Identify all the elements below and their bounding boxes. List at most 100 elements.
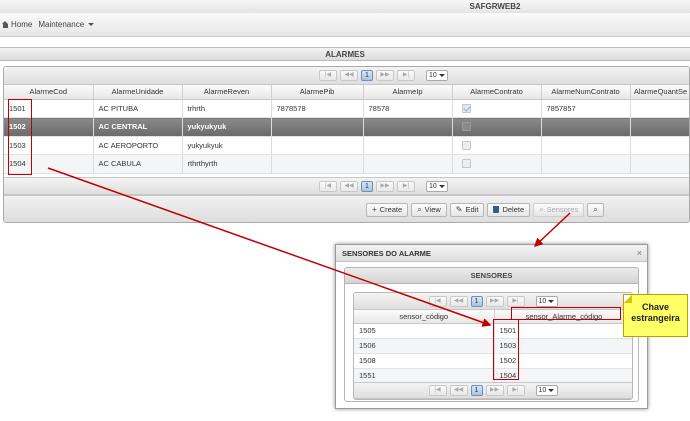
first-page-icon[interactable]: |◀ — [428, 385, 447, 396]
first-page-icon[interactable]: |◀ — [428, 295, 447, 307]
cell-quant — [630, 136, 689, 155]
plus-icon: + — [372, 204, 377, 214]
column-header[interactable]: AlarmeIp — [363, 85, 453, 100]
chevron-down-icon — [438, 74, 445, 77]
delete-label: Delete — [502, 205, 525, 214]
cell-ip: 78578 — [363, 99, 453, 118]
cell-num-contrato — [541, 117, 631, 137]
chevron-down-icon — [548, 389, 555, 392]
next-page-icon[interactable]: ▶▶ — [485, 295, 504, 307]
last-page-icon[interactable]: ▶| — [506, 385, 525, 396]
delete-button[interactable]: Delete — [487, 202, 531, 217]
table-row[interactable]: 1502 AC CENTRAL yukyukyuk — [4, 117, 689, 137]
prev-page-icon[interactable]: ◀◀ — [449, 385, 468, 396]
view-label: View — [424, 205, 441, 214]
cell-quant — [630, 99, 689, 118]
next-page-icon[interactable]: ▶▶ — [376, 70, 394, 81]
contrato-checkbox — [461, 159, 471, 169]
cell-quant — [630, 154, 689, 174]
table-row[interactable]: 1503 AC AEROPORTO yukyukyuk — [4, 136, 689, 155]
cell-ip — [363, 136, 453, 155]
alarmes-toolbar: + Create ⌕ View ✎ Edit Delete ⌕ Sensores… — [4, 195, 689, 222]
edit-label: Edit — [465, 205, 479, 214]
cell-sensor: 1506 — [354, 338, 495, 354]
sensores-button[interactable]: ⌕ Sensores — [533, 202, 585, 217]
prev-page-icon[interactable]: ◀◀ — [340, 70, 358, 81]
dialog-title: SENSORES DO ALARME — [342, 249, 431, 258]
callout-note: Chave estrangeira — [623, 294, 688, 337]
last-page-icon[interactable]: ▶| — [397, 70, 415, 81]
sensores-panel: SENSORES |◀ ◀◀ 1 ▶▶ ▶| 10 sensor_código … — [344, 267, 639, 402]
pencil-icon: ✎ — [455, 204, 463, 214]
paginator-bar: |◀ ◀◀ 1 ▶▶ ▶| 10 — [4, 177, 689, 195]
page-number[interactable]: 1 — [361, 70, 373, 81]
view-button[interactable]: ⌕ View — [411, 202, 447, 217]
next-page-icon[interactable]: ▶▶ — [485, 385, 504, 396]
last-page-icon[interactable]: ▶| — [397, 180, 415, 192]
cell-reven: yukyukyuk — [182, 117, 272, 137]
search-button[interactable]: ⌕ — [587, 202, 604, 217]
alarmes-paginator-top: |◀ ◀◀ 1 ▶▶ ▶| 10 — [4, 67, 689, 85]
cell-contrato — [452, 154, 542, 174]
cell-reven: rthrthyrth — [182, 154, 272, 174]
cell-contrato — [452, 136, 542, 155]
sensores-dialog: SENSORES DO ALARME × SENSORES |◀ ◀◀ 1 ▶▶… — [335, 244, 648, 409]
cell-pib: 7878578 — [271, 99, 364, 118]
next-page-icon[interactable]: ▶▶ — [376, 180, 394, 192]
annotation-box-fk-values — [493, 319, 519, 380]
page-number[interactable]: 1 — [470, 295, 483, 307]
annotation-box-alarme-cod — [8, 99, 32, 175]
rows-per-page-value: 10 — [538, 297, 547, 305]
table-row[interactable]: 1504 AC CABULA rthrthyrth — [4, 154, 689, 174]
page-number[interactable]: 1 — [470, 385, 483, 396]
prev-page-icon[interactable]: ◀◀ — [340, 180, 358, 192]
first-page-icon[interactable]: |◀ — [319, 180, 337, 192]
rows-per-page-value: 10 — [429, 72, 437, 79]
column-header[interactable]: AlarmeReven — [182, 85, 272, 100]
rows-per-page-select[interactable]: 10 — [535, 295, 558, 307]
trash-icon — [493, 206, 500, 213]
nav-home[interactable]: Home — [2, 20, 32, 29]
paginator-bar: |◀ ◀◀ 1 ▶▶ ▶| 10 — [354, 382, 632, 399]
alarmes-grid: |◀ ◀◀ 1 ▶▶ ▶| 10 AlarmeCod AlarmeUnidade… — [3, 66, 690, 223]
sensores-label: Sensores — [546, 205, 579, 214]
edit-button[interactable]: ✎ Edit — [449, 202, 485, 217]
column-header[interactable]: AlarmeContrato — [452, 85, 542, 100]
column-header[interactable]: AlarmeUnidade — [93, 85, 183, 100]
column-header[interactable]: AlarmeQuantSe — [630, 85, 689, 100]
column-header[interactable]: sensor_código — [354, 310, 495, 324]
alarmes-table: AlarmeCod AlarmeUnidade AlarmeReven Alar… — [4, 85, 689, 174]
column-header[interactable]: AlarmeNumContrato — [541, 85, 631, 100]
first-page-icon[interactable]: |◀ — [319, 70, 337, 81]
rows-per-page-select[interactable]: 10 — [426, 180, 448, 192]
cell-num-contrato: 7857857 — [541, 99, 631, 118]
chevron-down-icon — [548, 299, 555, 303]
column-header[interactable]: AlarmePib — [271, 85, 364, 100]
dialog-titlebar[interactable]: SENSORES DO ALARME × — [336, 245, 647, 262]
home-icon — [2, 21, 9, 28]
cell-unidade: AC AEROPORTO — [93, 136, 183, 155]
search-icon: ⌕ — [539, 204, 544, 214]
rows-per-page-select[interactable]: 10 — [426, 70, 448, 81]
alarmes-panel-title: ALARMES — [0, 47, 690, 61]
cell-ip — [363, 154, 453, 174]
search-icon: ⌕ — [417, 204, 422, 214]
table-row[interactable]: 1501 AC PITUBA trhrth 7878578 78578 7857… — [4, 99, 689, 118]
cell-pib — [271, 117, 364, 137]
cell-reven: yukyukyuk — [182, 136, 272, 155]
contrato-checkbox — [461, 122, 471, 132]
create-button[interactable]: + Create — [366, 202, 409, 217]
cell-pib — [271, 136, 364, 155]
cell-unidade: AC CENTRAL — [93, 117, 183, 137]
prev-page-icon[interactable]: ◀◀ — [449, 295, 468, 307]
cell-unidade: AC CABULA — [93, 154, 183, 174]
cell-sensor: 1508 — [354, 353, 495, 369]
column-header[interactable]: AlarmeCod — [4, 85, 94, 100]
nav-maintenance-menu[interactable]: Maintenance — [38, 20, 95, 29]
cell-contrato — [452, 117, 542, 137]
close-icon[interactable]: × — [637, 245, 642, 262]
page-number[interactable]: 1 — [361, 180, 373, 192]
last-page-icon[interactable]: ▶| — [506, 295, 525, 307]
cell-sensor: 1505 — [354, 323, 495, 339]
rows-per-page-select[interactable]: 10 — [535, 385, 558, 396]
